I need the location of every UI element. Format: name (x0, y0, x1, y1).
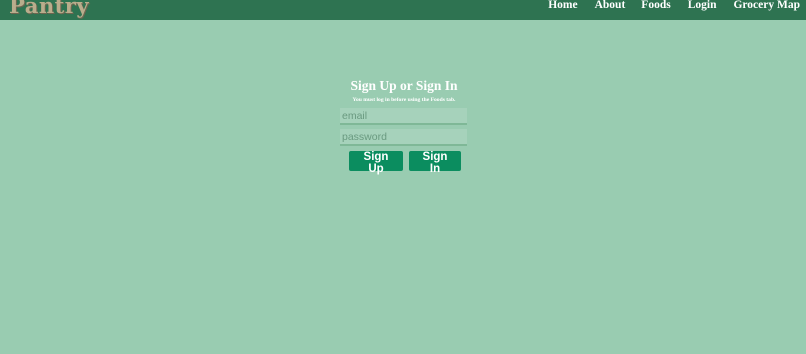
auth-title: Sign Up or Sign In (350, 78, 458, 93)
email-field[interactable] (340, 108, 467, 125)
nav-link-grocery-map[interactable]: Grocery Map (733, 0, 800, 11)
nav-link-home[interactable]: Home (548, 0, 577, 11)
auth-panel: Sign Up or Sign In You must log in befor… (337, 78, 471, 175)
sign-up-button[interactable]: Sign Up (349, 151, 403, 175)
nav-link-foods[interactable]: Foods (641, 0, 670, 11)
nav-links: Home About Foods Login Grocery Map (548, 0, 806, 20)
login-required-note: You must log in before using the Foods t… (352, 97, 456, 103)
password-field[interactable] (340, 129, 467, 146)
nav-link-login[interactable]: Login (688, 0, 717, 11)
sign-in-button[interactable]: Sign In (409, 151, 461, 175)
top-navbar: Pantry Home About Foods Login Grocery Ma… (0, 0, 806, 20)
nav-link-about[interactable]: About (595, 0, 626, 11)
brand-logo[interactable]: Pantry (9, 0, 89, 19)
auth-button-row: Sign Up Sign In (337, 151, 471, 175)
